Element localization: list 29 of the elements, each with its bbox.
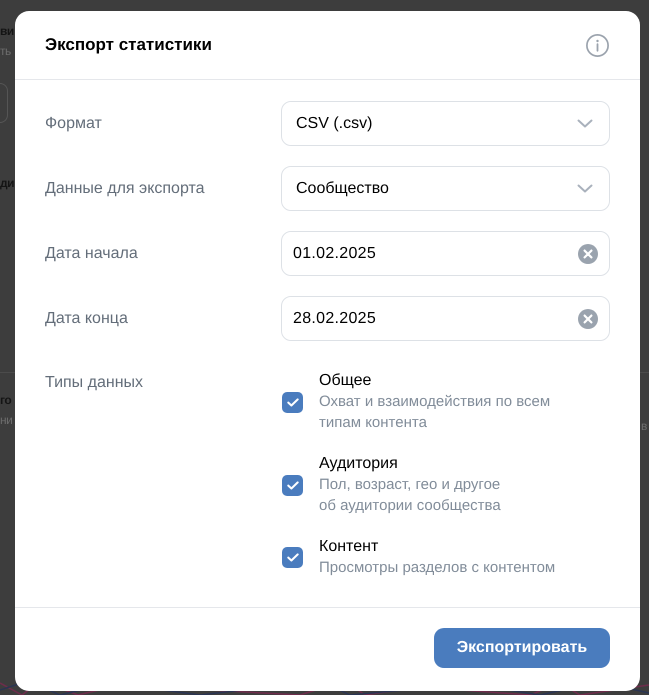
option-title: Аудитория — [319, 454, 399, 474]
option-description: Пол, возраст, гео и другое об аудитории сообщества — [319, 475, 501, 516]
checkbox[interactable] — [282, 392, 303, 412]
chevron-down-icon — [577, 184, 593, 193]
field-label: Типы данных — [45, 373, 144, 393]
option-description: Охват и взаимодействия по всем типам контента — [319, 392, 550, 433]
option-title: Общее — [319, 371, 372, 391]
info-icon[interactable] — [586, 34, 609, 56]
clear-icon[interactable] — [578, 244, 598, 264]
option-title: Контент — [319, 537, 380, 557]
field-label: Дата начала — [45, 244, 139, 264]
date-field[interactable]: 01.02.2025 — [281, 231, 610, 276]
field-label: Дата конца — [45, 308, 129, 328]
clear-icon[interactable] — [578, 308, 598, 328]
checkbox[interactable] — [282, 474, 303, 496]
dropdown-field[interactable]: Сообщество — [281, 166, 610, 211]
dialog-title: Экспорт статистики — [45, 34, 212, 56]
field-label: Данные для экспорта — [45, 178, 206, 198]
dropdown-field[interactable]: CSV (.csv) — [281, 101, 610, 146]
field-label: Формат — [45, 114, 103, 134]
chevron-down-icon — [577, 119, 593, 128]
export-button[interactable]: Экспортировать — [434, 628, 610, 668]
option-description: Просмотры разделов с контентом — [319, 558, 556, 578]
date-field[interactable]: 28.02.2025 — [281, 296, 610, 341]
rounded-frame-edge — [0, 83, 8, 123]
check-icon — [286, 480, 298, 490]
check-icon — [286, 553, 298, 562]
checkbox[interactable] — [282, 547, 303, 568]
check-icon — [286, 398, 298, 406]
